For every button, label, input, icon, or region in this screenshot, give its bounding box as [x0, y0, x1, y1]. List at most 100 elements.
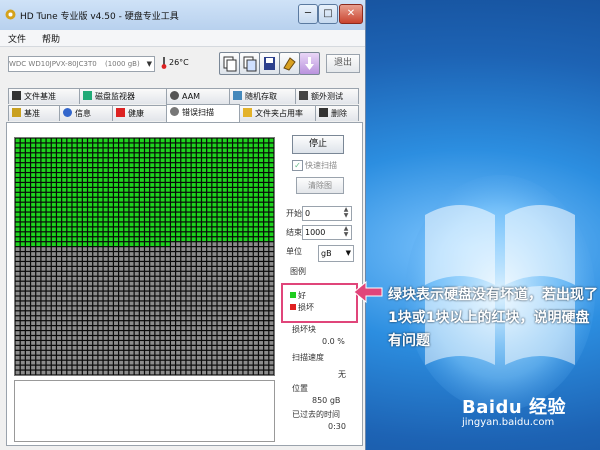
- tab-health[interactable]: 健康: [112, 105, 167, 121]
- scan-block-pending: [82, 311, 87, 316]
- scan-block-pending: [51, 336, 56, 340]
- menu-help[interactable]: 帮助: [42, 32, 60, 45]
- scan-block-pending: [227, 291, 232, 296]
- tab-error-scan[interactable]: 错误扫描: [166, 104, 240, 122]
- tab-disk-monitor[interactable]: 磁盘监视器: [79, 88, 167, 104]
- scan-block-good: [259, 222, 264, 227]
- scan-block-good: [20, 178, 25, 182]
- position-value: 850 gB: [312, 396, 341, 405]
- tab-extra-tests[interactable]: 额外测试: [295, 88, 359, 104]
- drive-select[interactable]: WDC WD10JPVX-80JC3T0 (1000 gB) ▼: [8, 56, 155, 72]
- scan-block-pending: [134, 326, 139, 330]
- scan-block-pending: [181, 321, 186, 326]
- scan-block-good: [160, 192, 165, 197]
- scan-block-pending: [155, 262, 160, 266]
- scan-block-good: [15, 158, 20, 163]
- stop-scan-button[interactable]: 停止: [292, 135, 344, 154]
- scan-block-good: [139, 183, 144, 187]
- scan-block-good: [269, 163, 274, 168]
- scan-block-pending: [41, 257, 46, 261]
- scan-block-good: [46, 217, 51, 222]
- scan-block-good: [57, 242, 62, 247]
- scan-block-pending: [227, 345, 232, 350]
- scan-block-good: [57, 237, 62, 242]
- copy-text-button[interactable]: [219, 52, 240, 75]
- scan-block-pending: [233, 360, 238, 365]
- scan-block-pending: [124, 252, 129, 256]
- scan-block-good: [139, 212, 144, 217]
- copy-screenshot-button[interactable]: [239, 52, 260, 75]
- scan-block-good: [25, 158, 30, 163]
- tab-erase[interactable]: 删除: [315, 105, 359, 121]
- scan-block-good: [196, 207, 201, 212]
- scan-block-pending: [186, 355, 191, 360]
- end-field[interactable]: 1000 ▲ ▼: [302, 225, 352, 240]
- title-bar[interactable]: HD Tune 专业版 v4.50 - 硬盘专业工具 ─ □ ✕: [0, 0, 365, 30]
- scan-block-pending: [41, 296, 46, 301]
- scan-block-good: [114, 207, 118, 212]
- scan-block-pending: [103, 336, 108, 340]
- scan-block-good: [41, 163, 46, 168]
- scan-block-good: [36, 242, 41, 247]
- scan-block-good: [248, 168, 253, 172]
- save-button[interactable]: [259, 52, 280, 75]
- options-button[interactable]: [279, 52, 300, 75]
- scan-block-pending: [82, 291, 87, 296]
- minimize-button[interactable]: ─: [298, 4, 318, 24]
- scan-block-good: [31, 192, 36, 197]
- tab-random-access[interactable]: 随机存取: [229, 88, 296, 104]
- scan-block-good: [145, 148, 150, 153]
- scan-block-pending: [264, 286, 269, 291]
- scan-block-good: [134, 222, 139, 227]
- scan-block-good: [67, 197, 72, 202]
- scan-block-good: [145, 143, 150, 148]
- scan-block-pending: [134, 266, 139, 271]
- scan-block-pending: [202, 257, 207, 261]
- tab-benchmark[interactable]: 基准: [8, 105, 60, 121]
- scan-block-pending: [186, 336, 191, 340]
- scan-block-good: [186, 187, 191, 192]
- scan-block-good: [238, 227, 243, 232]
- scan-block-pending: [119, 296, 124, 301]
- start-field[interactable]: 0 ▲ ▼: [302, 206, 352, 221]
- scan-block-pending: [134, 316, 139, 321]
- scan-block-pending: [253, 266, 258, 271]
- maximize-button[interactable]: □: [318, 4, 338, 24]
- scan-block-good: [253, 232, 258, 237]
- scan-block-good: [248, 197, 253, 202]
- scan-block-pending: [155, 350, 160, 355]
- tab-aam[interactable]: AAM: [166, 88, 230, 104]
- scan-block-good: [82, 207, 87, 212]
- clear-map-button[interactable]: 清除图: [296, 177, 344, 194]
- scan-block-pending: [98, 365, 103, 370]
- scan-block-pending: [150, 316, 155, 321]
- scan-block-pending: [243, 341, 248, 345]
- scan-block-good: [238, 138, 243, 143]
- scan-block-good: [227, 227, 232, 232]
- scan-block-good: [207, 183, 212, 187]
- scan-block-pending: [98, 247, 103, 251]
- scan-block-good: [227, 138, 232, 143]
- erase-icon: [319, 108, 328, 117]
- download-button[interactable]: [299, 52, 320, 75]
- scan-block-good: [202, 178, 207, 182]
- spin-arrows-icon[interactable]: ▲ ▼: [342, 226, 350, 239]
- scan-block-pending: [207, 311, 212, 316]
- scan-block-pending: [31, 262, 36, 266]
- spin-arrows-icon[interactable]: ▲ ▼: [342, 207, 350, 220]
- scan-block-pending: [134, 296, 139, 301]
- scan-block-pending: [212, 336, 217, 340]
- scan-block-good: [82, 168, 87, 172]
- unit-select[interactable]: gB ▼: [318, 245, 354, 262]
- quick-scan-checkbox[interactable]: ✓: [292, 160, 303, 171]
- tab-info[interactable]: 信息: [59, 105, 113, 121]
- close-button[interactable]: ✕: [339, 4, 363, 24]
- scan-block-pending: [51, 326, 56, 330]
- scan-block-pending: [217, 311, 222, 316]
- tab-file-benchmark[interactable]: 文件基准: [8, 88, 80, 104]
- menu-file[interactable]: 文件: [8, 32, 26, 45]
- scan-block-pending: [171, 306, 175, 311]
- exit-button[interactable]: 退出: [326, 54, 360, 73]
- tab-folder-usage[interactable]: 文件夹占用率: [239, 105, 316, 121]
- scan-block-good: [233, 178, 238, 182]
